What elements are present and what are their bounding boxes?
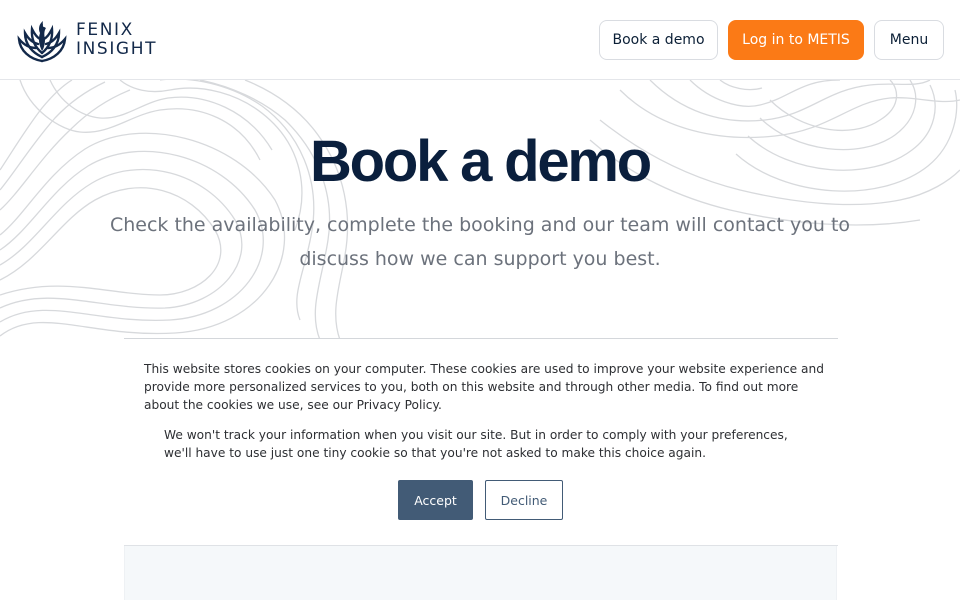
accept-cookies-button[interactable]: Accept — [398, 480, 473, 520]
cookie-tracking-text: We won't track your information when you… — [164, 428, 788, 460]
brand-logo[interactable]: FENIX INSIGHT — [16, 15, 157, 65]
login-metis-button[interactable]: Log in to METIS — [728, 20, 864, 60]
book-demo-button[interactable]: Book a demo — [599, 20, 718, 60]
cookie-consent-banner: This website stores cookies on your comp… — [124, 338, 838, 546]
brand-name-line1: FENIX — [76, 20, 134, 40]
brand-wordmark: FENIX INSIGHT — [76, 21, 157, 59]
cookie-notice-text: This website stores cookies on your comp… — [144, 362, 824, 412]
page-title: Book a demo — [310, 129, 652, 194]
brand-name-line2: INSIGHT — [76, 39, 158, 59]
booking-widget-panel — [124, 546, 837, 600]
menu-button[interactable]: Menu — [874, 20, 944, 60]
page-subtitle: Check the availability, complete the boo… — [109, 214, 851, 270]
hero-section: Book a demo Check the availability, comp… — [0, 80, 960, 340]
site-header: FENIX INSIGHT Book a demo Log in to METI… — [0, 0, 960, 80]
decline-cookies-button[interactable]: Decline — [485, 480, 563, 520]
phoenix-logo-icon — [17, 21, 67, 63]
